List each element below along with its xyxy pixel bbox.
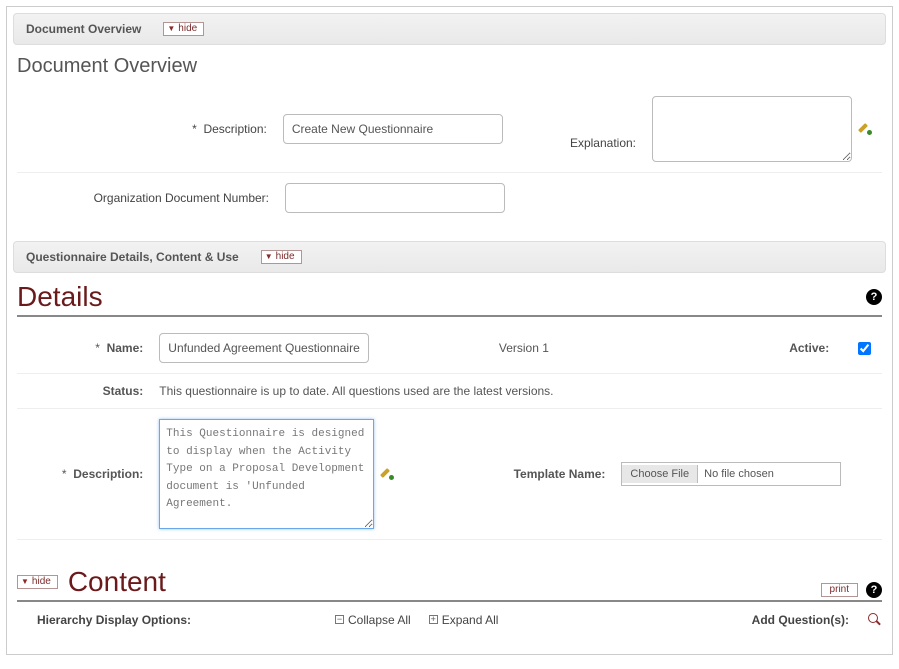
- pencil-icon[interactable]: [380, 466, 396, 482]
- document-overview-hide-button[interactable]: ▼ hide: [163, 22, 204, 36]
- organization-document-number-label: Organization Document Number:: [17, 181, 277, 215]
- qdcu-panel-header: Questionnaire Details, Content & Use ▼ h…: [13, 241, 886, 273]
- minus-box-icon: −: [335, 615, 344, 624]
- print-button[interactable]: print: [821, 583, 858, 597]
- help-icon[interactable]: ?: [866, 582, 882, 598]
- search-icon[interactable]: [867, 612, 882, 627]
- caret-down-icon: ▼: [265, 251, 273, 263]
- expand-all-label: Expand All: [442, 613, 499, 627]
- hierarchy-display-options-label: Hierarchy Display Options:: [17, 613, 317, 627]
- document-overview-title: Document Overview: [17, 55, 882, 78]
- expand-all-button[interactable]: + Expand All: [429, 613, 499, 627]
- document-overview-form: * Description: Explanation: Organization…: [17, 86, 882, 223]
- choose-file-button[interactable]: Choose File: [622, 465, 698, 483]
- caret-down-icon: ▼: [21, 576, 29, 588]
- qdcu-hide-button[interactable]: ▼ hide: [261, 250, 302, 264]
- content-title: Content: [68, 566, 166, 598]
- template-file-input[interactable]: Choose File No file chosen: [621, 462, 841, 486]
- details-description-textarea[interactable]: [159, 419, 374, 529]
- document-overview-panel-header: Document Overview ▼ hide: [13, 13, 886, 45]
- hide-button-label: hide: [32, 576, 51, 588]
- description-input[interactable]: [283, 114, 503, 144]
- active-checkbox[interactable]: [858, 342, 871, 355]
- add-question-label: Add Question(s):: [752, 613, 849, 627]
- active-label: Active:: [613, 323, 837, 374]
- content-hide-button[interactable]: ▼ hide: [17, 575, 58, 589]
- name-input[interactable]: [159, 333, 369, 363]
- plus-box-icon: +: [429, 615, 438, 624]
- caret-down-icon: ▼: [167, 23, 175, 35]
- status-value: This questionnaire is up to date. All qu…: [151, 374, 882, 409]
- details-title: Details: [17, 281, 103, 313]
- explanation-label: Explanation:: [535, 86, 644, 172]
- pencil-icon[interactable]: [858, 121, 874, 137]
- collapse-all-button[interactable]: − Collapse All: [335, 613, 411, 627]
- hide-button-label: hide: [276, 251, 295, 263]
- explanation-textarea[interactable]: [652, 96, 852, 162]
- file-status-text: No file chosen: [698, 468, 840, 480]
- document-overview-header-title: Document Overview: [26, 22, 141, 36]
- hide-button-label: hide: [178, 23, 197, 35]
- template-name-label: Template Name:: [434, 409, 613, 540]
- status-label: Status:: [17, 374, 151, 409]
- qdcu-header-title: Questionnaire Details, Content & Use: [26, 250, 239, 264]
- collapse-all-label: Collapse All: [348, 613, 411, 627]
- details-description-label: Description:: [73, 467, 143, 481]
- name-label: Name:: [107, 341, 144, 355]
- version-text: Version 1: [434, 323, 613, 374]
- description-label: * Description:: [17, 112, 275, 146]
- details-table: * Name: Version 1 Active: Status: This q…: [17, 323, 882, 540]
- organization-document-number-input[interactable]: [285, 183, 505, 213]
- help-icon[interactable]: ?: [866, 289, 882, 305]
